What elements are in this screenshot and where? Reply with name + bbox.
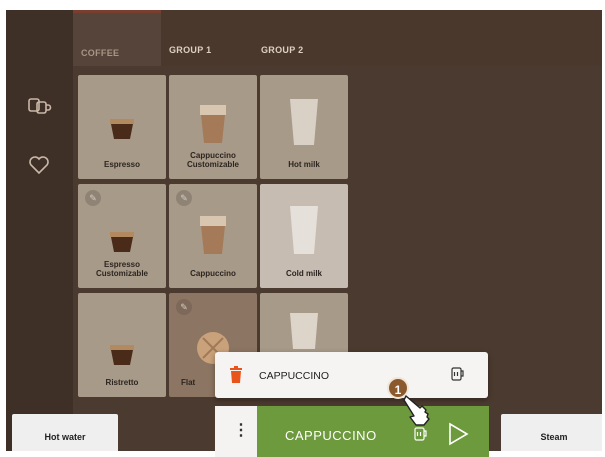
tab-group-2[interactable]: GROUP 2 (261, 10, 341, 66)
edit-pencil-icon[interactable]: ✎ (176, 299, 192, 315)
more-options-icon: ⋮ (233, 422, 249, 439)
cappuccino-glass-icon (200, 216, 226, 254)
queue-item-popup: CAPPUCCINO (215, 352, 488, 398)
espresso-cup-icon (110, 232, 134, 252)
tab-label: GROUP 1 (169, 45, 212, 55)
product-label: Espresso (103, 160, 141, 169)
tab-bar: COFFEE GROUP 1 GROUP 2 (73, 10, 602, 66)
product-tile-cappuccino-customizable[interactable]: Cappuccino Customizable (169, 75, 257, 179)
tab-group-1[interactable]: GROUP 1 (169, 10, 249, 66)
edit-pencil-icon[interactable]: ✎ (85, 190, 101, 206)
espresso-cup-icon (110, 345, 134, 365)
product-label: Cold milk (285, 269, 322, 278)
product-label: Cappuccino Customizable (186, 151, 239, 169)
product-label: Cappuccino (190, 269, 236, 278)
milk-glass-icon (290, 313, 318, 349)
order-item-label: CAPPUCCINO (285, 428, 377, 443)
steam-button[interactable]: Steam (501, 414, 602, 451)
order-bar[interactable]: CAPPUCCINO (257, 406, 489, 457)
product-label: Espresso Customizable (95, 260, 148, 278)
tab-coffee[interactable]: COFFEE (73, 10, 161, 66)
mug-icon (451, 366, 465, 387)
milk-glass-icon (290, 99, 318, 145)
product-label: Hot milk (288, 160, 320, 169)
product-tile-cappuccino[interactable]: ✎ Cappuccino (169, 184, 257, 288)
product-tile-ristretto[interactable]: Ristretto (78, 293, 166, 397)
queue-item-label: CAPPUCCINO (259, 370, 330, 382)
product-tile-espresso-customizable[interactable]: ✎ Espresso Customizable (78, 184, 166, 288)
tab-label: GROUP 2 (261, 45, 304, 55)
cappuccino-glass-icon (200, 105, 226, 143)
pointing-hand-icon (400, 392, 436, 433)
cups-icon[interactable] (26, 94, 52, 120)
trash-icon[interactable] (229, 366, 243, 388)
product-tile-cold-milk[interactable]: Cold milk (260, 184, 348, 288)
edit-pencil-icon[interactable]: ✎ (176, 190, 192, 206)
hot-water-button[interactable]: Hot water (12, 414, 118, 451)
product-label: Ristretto (105, 378, 139, 387)
product-tile-espresso[interactable]: Espresso (78, 75, 166, 179)
sidebar (6, 10, 73, 451)
espresso-cup-icon (110, 119, 134, 139)
product-tile-hot-milk[interactable]: Hot milk (260, 75, 348, 179)
cold-milk-glass-icon (290, 206, 318, 254)
tab-label: COFFEE (81, 48, 120, 58)
order-menu-button[interactable]: ⋮ (215, 406, 257, 457)
heart-icon[interactable] (26, 152, 52, 178)
start-play-icon[interactable] (447, 422, 469, 451)
